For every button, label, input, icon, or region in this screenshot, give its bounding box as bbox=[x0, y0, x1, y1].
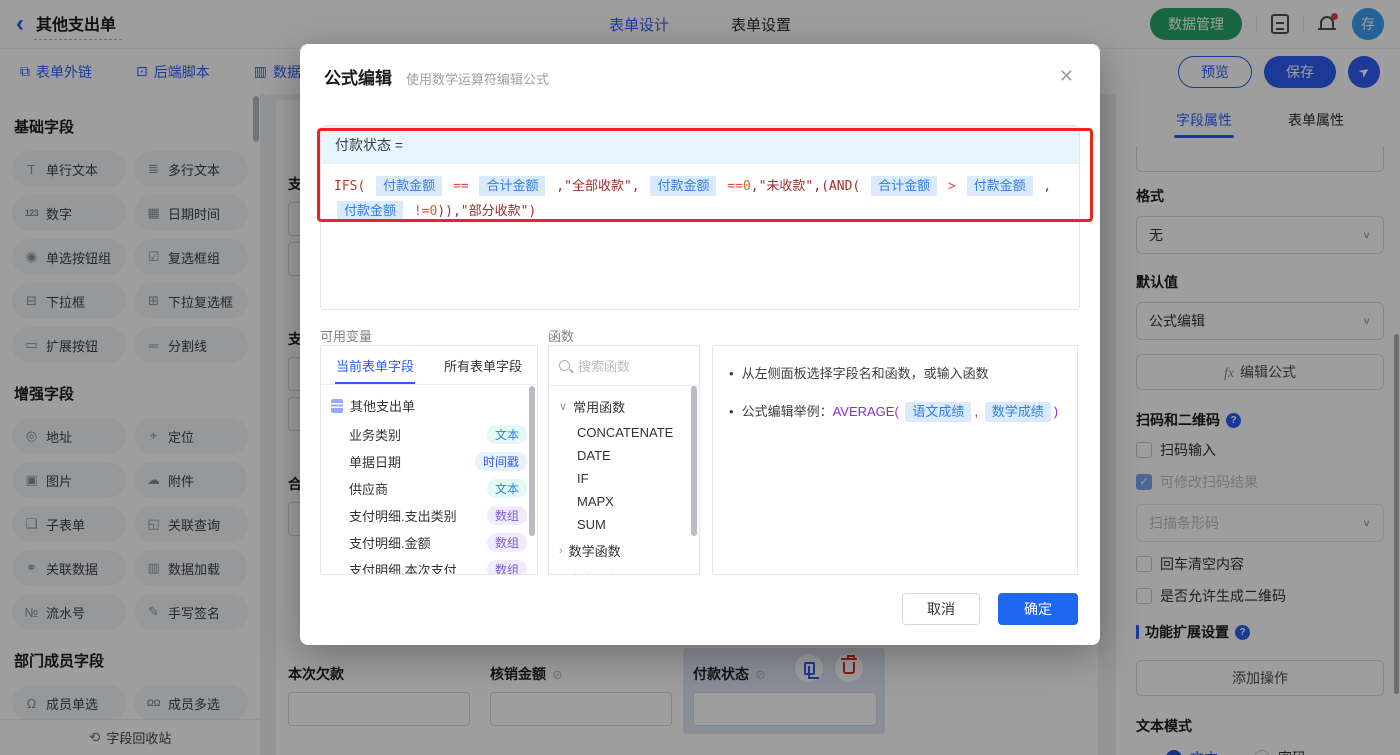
variable-name: 业务类别 bbox=[349, 428, 402, 443]
variable-name: 支付明细.支出类别 bbox=[349, 509, 457, 524]
code-token: == bbox=[445, 179, 477, 194]
confirm-button[interactable]: 确定 bbox=[998, 593, 1078, 625]
type-badge: 数组 bbox=[486, 533, 527, 552]
type-badge: 文本 bbox=[486, 425, 527, 444]
function-group-name: 数学函数 bbox=[568, 544, 621, 559]
functions-panel: 搜索函数 ∨常用函数CONCATENATEDATEIFMAPXSUM›数学函数›… bbox=[548, 345, 700, 575]
modal-subtitle: 使用数学运算符编辑公式 bbox=[406, 72, 550, 87]
function-group[interactable]: ∨ 常用函数 bbox=[559, 392, 689, 421]
bullet: • bbox=[729, 404, 734, 419]
variables-tabs: 当前表单字段 所有表单字段 bbox=[321, 346, 537, 385]
tab-current-form-fields[interactable]: 当前表单字段 bbox=[321, 346, 429, 384]
type-badge: 时间戳 bbox=[474, 452, 527, 471]
variable-field-row[interactable]: 业务类别 文本 bbox=[331, 421, 527, 448]
code-token: ,"未收款",(AND( bbox=[750, 179, 869, 194]
modal-footer: 取消 确定 bbox=[902, 593, 1078, 625]
field-chip: 付款金额 bbox=[966, 176, 1033, 196]
code-token: IFS( bbox=[334, 179, 374, 194]
field-chip: 付款金额 bbox=[337, 201, 404, 221]
function-group[interactable]: › 文本函数 bbox=[559, 565, 689, 575]
code-token: > bbox=[940, 179, 964, 194]
code-token: == bbox=[719, 179, 743, 194]
variables-root[interactable]: 其他支出单 bbox=[331, 393, 527, 421]
code-token: 0 bbox=[742, 179, 751, 194]
variable-field-row[interactable]: 单据日期 时间戳 bbox=[331, 448, 527, 475]
variable-name: 支付明细.本次支付 bbox=[349, 563, 457, 575]
function-item[interactable]: SUM bbox=[559, 513, 689, 536]
variables-scrollbar[interactable] bbox=[529, 386, 535, 536]
field-chip: 合计金额 bbox=[479, 176, 546, 196]
function-search[interactable]: 搜索函数 bbox=[549, 346, 699, 386]
form-designer-page: ‹ 其他支出单 表单设计 表单设置 数据管理 存 ⧉ 表单外链 ⊡ 后端脚本 ▥… bbox=[0, 0, 1400, 755]
code-token: , bbox=[1035, 179, 1052, 194]
chevron-right-icon: › bbox=[559, 574, 563, 575]
function-tree: ∨ 常用函数 CONCATENATEDATEIFMAPXSUM › 数学函数 › 文本函数 bbox=[549, 386, 699, 575]
variable-field-row[interactable]: 支付明细.支出类别 数组 bbox=[331, 502, 527, 529]
search-icon bbox=[559, 360, 570, 371]
function-item[interactable]: IF bbox=[559, 467, 689, 490]
formula-editor[interactable]: 付款状态 = IFS( 付款金额 == 合计金额 ,"全部收款", 付款金额 =… bbox=[320, 125, 1080, 310]
code-token: != bbox=[406, 204, 430, 219]
variables-panel: 当前表单字段 所有表单字段 其他支出单 业务类别 文本 单据日期 时间戳 供应商 文本 支付… bbox=[320, 345, 538, 575]
field-chip: 数学成绩 bbox=[984, 402, 1051, 422]
tab-all-form-fields[interactable]: 所有表单字段 bbox=[429, 346, 537, 384]
search-placeholder: 搜索函数 bbox=[578, 359, 631, 374]
field-chip: 合计金额 bbox=[871, 176, 938, 196]
variable-field-row[interactable]: 支付明细.金额 数组 bbox=[331, 529, 527, 556]
formula-target: 付款状态 = bbox=[321, 126, 1079, 164]
code-token: )),"部分收款") bbox=[437, 204, 537, 219]
function-item[interactable]: CONCATENATE bbox=[559, 421, 689, 444]
modal-title: 公式编辑 bbox=[324, 69, 392, 88]
help-line-2: • 公式编辑举例：AVERAGE( 语文成绩, 数学成绩) bbox=[729, 402, 1061, 422]
function-group[interactable]: › 数学函数 bbox=[559, 536, 689, 565]
chevron-right-icon: › bbox=[559, 544, 563, 557]
functions-scrollbar[interactable] bbox=[691, 386, 697, 536]
close-paren: ) bbox=[1053, 404, 1059, 419]
bullet: • bbox=[729, 366, 734, 381]
type-badge: 数组 bbox=[486, 506, 527, 525]
function-group-name: 文本函数 bbox=[569, 570, 621, 574]
function-item[interactable]: MAPX bbox=[559, 490, 689, 513]
help-line-1: • 从左侧面板选择字段名和函数，或输入函数 bbox=[729, 364, 1061, 384]
variables-tree: 其他支出单 业务类别 文本 单据日期 时间戳 供应商 文本 支付明细.支出类别 数组 支付明细.… bbox=[321, 385, 537, 575]
modal-header: 公式编辑 使用数学运算符编辑公式 bbox=[300, 44, 1100, 89]
functions-label: 函数 bbox=[548, 329, 575, 344]
variable-name: 支付明细.金额 bbox=[349, 536, 431, 551]
comma: , bbox=[974, 404, 979, 419]
close-icon[interactable]: ✕ bbox=[1055, 62, 1078, 91]
variable-name: 供应商 bbox=[349, 482, 389, 497]
field-chip: 语文成绩 bbox=[905, 402, 972, 422]
formula-editor-modal: 公式编辑 使用数学运算符编辑公式 ✕ 付款状态 = IFS( 付款金额 == 合… bbox=[300, 44, 1100, 645]
code-token: ,"全部收款", bbox=[548, 179, 648, 194]
function-group-name: 常用函数 bbox=[573, 400, 626, 415]
formula-help-panel: • 从左侧面板选择字段名和函数，或输入函数 • 公式编辑举例：AVERAGE( … bbox=[712, 345, 1078, 575]
type-badge: 文本 bbox=[486, 479, 527, 498]
cancel-button[interactable]: 取消 bbox=[902, 593, 980, 625]
formula-expression[interactable]: IFS( 付款金额 == 合计金额 ,"全部收款", 付款金额 ==0,"未收款… bbox=[321, 164, 1079, 234]
variable-name: 单据日期 bbox=[349, 455, 402, 470]
variable-field-row[interactable]: 支付明细.本次支付 数组 bbox=[331, 556, 527, 575]
variables-label: 可用变量 bbox=[320, 329, 373, 344]
field-chip: 付款金额 bbox=[650, 176, 717, 196]
chevron-down-icon: ∨ bbox=[559, 401, 568, 413]
document-icon bbox=[331, 398, 343, 413]
type-badge: 数组 bbox=[486, 560, 527, 574]
function-name: AVERAGE( bbox=[832, 404, 899, 419]
variable-field-list: 业务类别 文本 单据日期 时间戳 供应商 文本 支付明细.支出类别 数组 支付明细.金额 数组 支付… bbox=[331, 421, 527, 575]
field-chip: 付款金额 bbox=[376, 176, 443, 196]
function-item[interactable]: DATE bbox=[559, 444, 689, 467]
variable-field-row[interactable]: 供应商 文本 bbox=[331, 475, 527, 502]
